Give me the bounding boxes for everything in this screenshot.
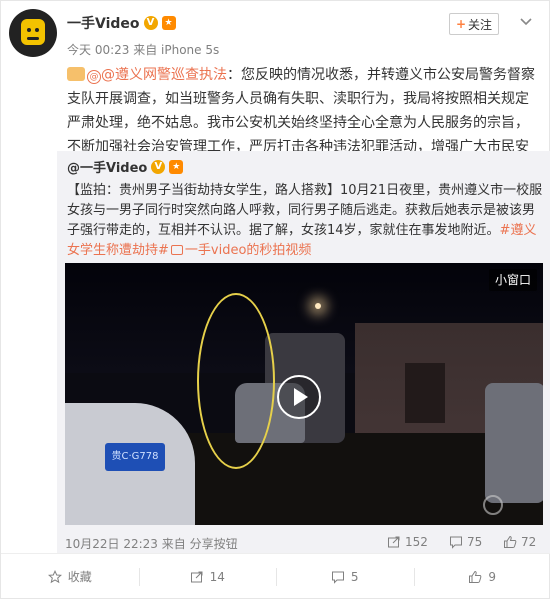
retweet-footer: 10月22日 22:23 来自 分享按钮 152 75 72 — [65, 533, 543, 551]
retweet-comment-stat[interactable]: 75 — [449, 535, 482, 549]
avatar-eye-right — [35, 28, 39, 32]
like-button[interactable]: 9 — [413, 554, 550, 599]
star-icon — [47, 569, 62, 583]
license-plate: 贵C·G778 — [105, 443, 165, 471]
thumbs-up-emoji-icon — [67, 67, 85, 81]
verified-icon: V — [143, 16, 158, 30]
action-bar: 收藏 14 5 9 — [1, 553, 550, 599]
watermark-icon — [483, 495, 503, 515]
video-link[interactable]: 一手video的秒拍视频 — [169, 243, 311, 258]
medal-icon: ★ — [169, 159, 184, 174]
play-button[interactable] — [277, 375, 321, 419]
video-icon — [170, 245, 183, 255]
chevron-down-icon[interactable] — [519, 15, 533, 29]
like-count: 9 — [488, 569, 497, 584]
share-icon — [190, 571, 203, 582]
weibo-card: 一手Video V ★ 今天 00:23 来自 iPhone 5s + 关注 @… — [0, 0, 550, 599]
avatar-eye-left — [27, 28, 31, 32]
medal-icon: ★ — [161, 16, 176, 30]
video-scene-door — [405, 363, 445, 423]
comment-count: 5 — [350, 569, 359, 584]
author-name[interactable]: 一手Video — [67, 13, 140, 33]
street-light — [315, 303, 321, 309]
retweet-author-row: @一手Video V ★ — [67, 157, 184, 176]
video-player[interactable]: 贵C·G778 小窗口 — [65, 263, 543, 525]
mini-window-button[interactable]: 小窗口 — [489, 269, 537, 291]
play-icon — [294, 388, 308, 406]
follow-label: 关注 — [468, 17, 493, 32]
at-icon: @ — [87, 70, 101, 84]
favorite-label: 收藏 — [67, 570, 92, 584]
avatar-face — [21, 19, 45, 45]
thumbs-up-icon — [504, 535, 517, 548]
repost-count: 14 — [209, 569, 225, 584]
post-meta: 今天 00:23 来自 iPhone 5s — [67, 43, 220, 57]
highlight-ellipse — [197, 293, 275, 469]
author-row: 一手Video V ★ — [67, 13, 176, 33]
favorite-button[interactable]: 收藏 — [1, 554, 139, 599]
retweet-author[interactable]: @一手Video — [67, 157, 147, 176]
avatar[interactable] — [9, 9, 57, 57]
verified-icon: V — [151, 159, 166, 174]
plus-icon: + — [455, 17, 467, 31]
retweet-box: @一手Video V ★ 【监拍：贵州男子当街劫持女学生，路人搭救】10月21日… — [57, 151, 550, 553]
retweet-share-stat[interactable]: 152 — [387, 535, 428, 549]
comment-button[interactable]: 5 — [276, 554, 414, 599]
retweet-text: 【监拍：贵州男子当街劫持女学生，路人搭救】10月21日夜里，贵州遵义市一校服女孩… — [67, 181, 545, 261]
retweet-body: 【监拍：贵州男子当街劫持女学生，路人搭救】10月21日夜里，贵州遵义市一校服女孩… — [67, 183, 543, 238]
share-icon — [388, 536, 400, 548]
retweet-like-stat[interactable]: 72 — [503, 535, 536, 549]
retweet-time-source[interactable]: 10月22日 22:23 来自 分享按钮 — [65, 535, 238, 552]
video-scene-car-right — [485, 383, 543, 503]
avatar-mouth — [27, 37, 39, 40]
follow-button[interactable]: + 关注 — [449, 13, 499, 35]
mention-link[interactable]: @ @遵义网警巡查执法 — [87, 67, 227, 84]
repost-button[interactable]: 14 — [138, 554, 277, 599]
comment-icon — [331, 571, 344, 584]
thumbs-up-icon — [469, 570, 482, 583]
comment-icon — [450, 536, 462, 549]
